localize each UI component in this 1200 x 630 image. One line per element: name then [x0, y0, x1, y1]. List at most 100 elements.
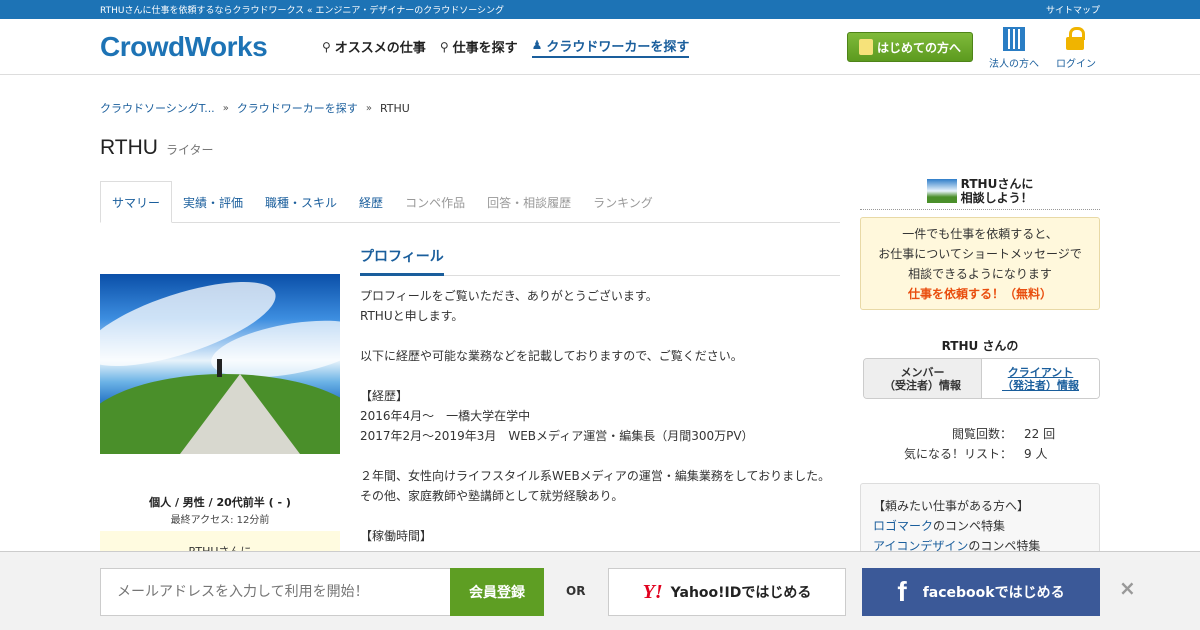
tab-member-info[interactable]: メンバー （受注者）情報	[864, 359, 982, 398]
nav-find-jobs[interactable]: ⚲ 仕事を探す	[439, 37, 518, 57]
global-nav: ⚲ オススメの仕事 ⚲ 仕事を探す ♟ クラウドワーカーを探す	[322, 36, 690, 58]
consult-title-line2: 相談しよう！	[960, 190, 1033, 205]
yahoo-login-label: Yahoo!IDではじめる	[670, 585, 812, 601]
profile-line: 以下に経歴や可能な業務などを記載しておりますので、ご覧ください。	[360, 349, 743, 363]
nav-label: クラウドワーカーを探す	[546, 39, 690, 55]
tab-answers[interactable]: 回答・相談履歴	[476, 181, 582, 223]
profile-line: 2016年4月〜 一橋大学在学中	[360, 409, 531, 423]
tab-client-label: （発注者）情報	[1002, 378, 1079, 392]
profile-section-header: プロフィール	[360, 246, 840, 276]
user-thumbnail	[926, 178, 957, 203]
stat-value: 9 人	[1024, 447, 1048, 461]
tab-member-label: メンバー	[900, 365, 945, 379]
consult-header: RTHUさんに 相談しよう！	[860, 172, 1100, 210]
user-role: ライター	[165, 143, 214, 157]
nav-label: オススメの仕事	[334, 41, 426, 56]
profile-line	[360, 446, 840, 466]
stat-value: 22 回	[1024, 427, 1056, 441]
tab-ranking[interactable]: ランキング	[582, 181, 664, 223]
profile-line: 【稼働時間】	[360, 529, 433, 543]
consult-info-line: 一件でも仕事を依頼すると、	[902, 227, 1058, 241]
breadcrumb-current: RTHU	[379, 101, 410, 115]
stat-views: 閲覧回数： 22 回	[860, 424, 1100, 444]
profile-line	[360, 326, 840, 346]
profile-line: 2017年2月〜2019年3月 WEBメディア運営・編集長（月間300万PV）	[360, 429, 754, 443]
feature-text: のコンペ特集	[933, 519, 1006, 533]
consult-title: RTHUさんに 相談しよう！	[961, 177, 1034, 205]
profile-line: RTHUと申します。	[360, 309, 464, 323]
tab-achievements[interactable]: 実績・評価	[172, 181, 254, 223]
register-button[interactable]: 会員登録	[450, 568, 544, 616]
tab-client-info[interactable]: クライアント （発注者）情報	[982, 359, 1099, 398]
tab-skills[interactable]: 職種・スキル	[254, 181, 348, 223]
profile-line: その他、家庭教師や塾講師として就労経験あり。	[360, 489, 624, 503]
tab-career[interactable]: 経歴	[348, 181, 394, 223]
nav-find-workers[interactable]: ♟ クラウドワーカーを探す	[531, 36, 690, 58]
yahoo-icon: Y!	[642, 580, 663, 603]
user-attributes: 個人 / 男性 / 20代前半 ( - )	[149, 496, 291, 509]
breadcrumb-find-workers[interactable]: クラウドワーカーを探す	[237, 100, 358, 116]
sitemap-link[interactable]: サイトマップ	[1046, 3, 1100, 16]
stat-favorites: 気になる！リスト： 9 人	[860, 444, 1100, 464]
feature-item: ロゴマークのコンペ特集	[873, 516, 1087, 536]
tab-member-label: （受注者）情報	[884, 378, 961, 392]
beginner-leaf-icon	[858, 39, 873, 55]
beginner-guide-label: はじめての方へ	[876, 40, 961, 55]
tab-summary[interactable]: サマリー	[100, 181, 173, 223]
page-title: RTHU ライター	[100, 136, 213, 160]
close-icon[interactable]: ×	[1119, 576, 1136, 600]
profile-line: プロフィールをご覧いただき、ありがとうございます。	[360, 289, 658, 303]
beginner-guide-button[interactable]: はじめての方へ	[847, 32, 973, 62]
profile-photo	[100, 274, 340, 454]
login-link[interactable]: ログイン	[1056, 27, 1096, 70]
signup-bar: 会員登録 OR Y! Yahoo!IDではじめる f facebookではじめる…	[0, 551, 1200, 630]
lightbulb-icon: ⚲	[322, 39, 331, 54]
site-tagline: RTHUさんに仕事を依頼するならクラウドワークス « エンジニア・デザイナーのク…	[100, 6, 505, 16]
profile-line	[360, 366, 840, 386]
email-input[interactable]	[100, 568, 451, 616]
user-info-heading: RTHU さんの	[941, 339, 1019, 353]
facebook-login-label: facebookではじめる	[922, 585, 1065, 601]
stat-label: 閲覧回数：	[951, 427, 1012, 441]
yahoo-login-button[interactable]: Y! Yahoo!IDではじめる	[608, 568, 846, 616]
request-job-link[interactable]: 仕事を依頼する！（無料）	[908, 287, 1052, 301]
profile-line: 【経歴】	[360, 389, 409, 403]
lock-icon	[1065, 27, 1087, 51]
corporate-label: 法人の方へ	[989, 59, 1039, 70]
login-label: ログイン	[1056, 59, 1096, 70]
users-icon: ♟	[531, 38, 543, 52]
facebook-login-button[interactable]: f facebookではじめる	[862, 568, 1100, 616]
facebook-icon: f	[897, 576, 907, 607]
header: CrowdWorks ⚲ オススメの仕事 ⚲ 仕事を探す ♟ クラウドワーカーを…	[0, 19, 1200, 75]
consult-info-line: 相談できるようになります	[908, 267, 1052, 281]
or-separator: OR	[566, 584, 586, 598]
building-icon	[1003, 27, 1025, 51]
last-access: 最終アクセス: 12分前	[170, 515, 270, 526]
corporate-link[interactable]: 法人の方へ	[989, 27, 1039, 70]
breadcrumb-separator: »	[222, 102, 229, 114]
breadcrumb-home[interactable]: クラウドソーシングT...	[100, 100, 215, 116]
breadcrumb: クラウドソーシングT... » クラウドワーカーを探す » RTHU	[100, 100, 410, 116]
consult-info-line: お仕事についてショートメッセージで	[878, 247, 1082, 261]
consult-info-box: 一件でも仕事を依頼すると、 お仕事についてショートメッセージで 相談できるように…	[860, 217, 1100, 310]
top-strip: RTHUさんに仕事を依頼するならクラウドワークス « エンジニア・デザイナーのク…	[0, 0, 1200, 19]
breadcrumb-separator: »	[365, 102, 372, 114]
search-icon: ⚲	[439, 39, 449, 54]
role-tabs: メンバー （受注者）情報 クライアント （発注者）情報	[863, 358, 1100, 399]
feature-box-title: 【頼みたい仕事がある方へ】	[873, 499, 1030, 513]
nav-label: 仕事を探す	[452, 41, 518, 56]
user-name: RTHU	[100, 136, 158, 159]
profile-section-title: プロフィール	[360, 246, 444, 276]
profile-line	[360, 506, 840, 526]
tab-competition[interactable]: コンペ作品	[394, 181, 476, 223]
stat-label: 気になる！リスト：	[903, 447, 1012, 461]
consult-title-line1: RTHUさんに	[960, 176, 1034, 191]
crowdworks-logo[interactable]: CrowdWorks	[100, 31, 322, 63]
profile-text: プロフィールをご覧いただき、ありがとうございます。 RTHUと申します。 以下に…	[360, 286, 840, 546]
user-stats: 閲覧回数： 22 回 気になる！リスト： 9 人	[860, 424, 1100, 464]
logo-feature-link[interactable]: ロゴマーク	[873, 519, 933, 533]
nav-recommended-jobs[interactable]: ⚲ オススメの仕事	[322, 37, 426, 57]
profile-tabs: サマリー 実績・評価 職種・スキル 経歴 コンペ作品 回答・相談履歴 ランキング	[100, 181, 840, 223]
tab-client-label: クライアント	[1007, 365, 1074, 379]
profile-line: ２年間、女性向けライフスタイル系WEBメディアの運営・編集業務をしておりました。	[360, 469, 831, 483]
